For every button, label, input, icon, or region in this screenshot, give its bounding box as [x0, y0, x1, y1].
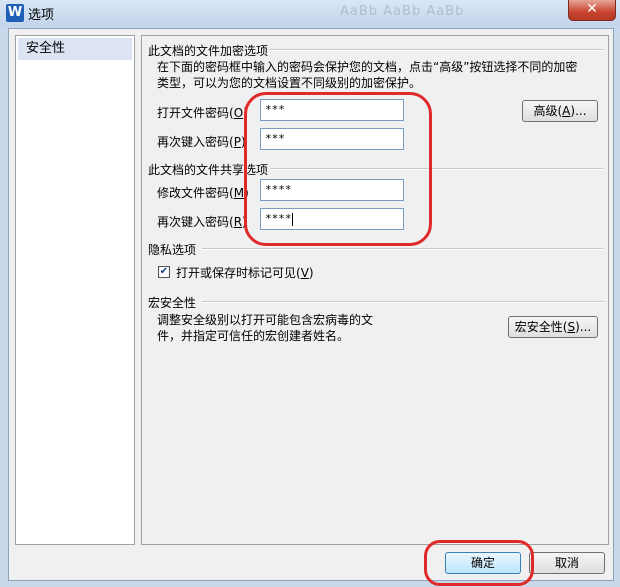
label-text: 修改文件密码: [157, 186, 230, 200]
open-password-input[interactable]: ***: [260, 99, 404, 121]
mark-visible-checkbox[interactable]: ✔: [158, 266, 170, 278]
close-icon: ✕: [586, 1, 598, 17]
close-button[interactable]: ✕: [568, 0, 616, 21]
description-line: 类型，可以为您的文档设置不同级别的加密保护。: [157, 76, 422, 90]
description-line: 在下面的密码框中输入的密码会保护您的文档，点击“高级”按钮选择不同的加密: [157, 60, 578, 74]
dialog-client-area: 安全性 此文档的文件加密选项 在下面的密码框中输入的密码会保护您的文档，点击“高…: [8, 28, 614, 581]
description-line: 调整安全级别以打开可能包含宏病毒的文: [157, 313, 374, 327]
access-key: A: [562, 104, 571, 118]
access-key: R: [233, 215, 243, 229]
advanced-button[interactable]: 高级(A)...: [522, 100, 598, 122]
title-bar: W 选项 AaBb AaBb AaBb ✕: [0, 0, 620, 26]
encryption-description: 在下面的密码框中输入的密码会保护您的文档，点击“高级”按钮选择不同的加密 类型，…: [157, 59, 577, 91]
wps-writer-icon: W: [6, 4, 24, 22]
button-label: 取消: [554, 556, 579, 570]
button-label: 确定: [470, 556, 495, 570]
sidebar-item-label: 安全性: [26, 41, 66, 56]
confirm-open-password-input[interactable]: ***: [260, 128, 404, 150]
label-text: 再次键入密码: [157, 215, 230, 229]
macro-security-button[interactable]: 宏安全性(S)...: [508, 316, 598, 338]
macro-section-title: 宏安全性: [148, 296, 197, 310]
ok-button[interactable]: 确定: [445, 552, 521, 574]
label-text: 再次键入密码: [157, 135, 230, 149]
password-mask: ****: [265, 212, 292, 225]
access-key: O: [233, 106, 244, 120]
access-key: S: [567, 320, 576, 334]
security-panel: 此文档的文件加密选项 在下面的密码框中输入的密码会保护您的文档，点击“高级”按钮…: [141, 35, 609, 545]
sharing-section-title: 此文档的文件共享选项: [148, 163, 269, 177]
mark-visible-label[interactable]: 打开或保存时标记可见(V): [176, 264, 314, 281]
category-sidebar: 安全性: [15, 35, 135, 545]
password-mask: ***: [265, 132, 285, 145]
background-window-ghost: AaBb AaBb AaBb: [340, 4, 465, 19]
password-mask: ****: [265, 183, 292, 196]
label-text: 打开文件密码: [157, 106, 230, 120]
label-text: 打开或保存时标记可见: [176, 266, 297, 280]
privacy-section-title: 隐私选项: [148, 243, 197, 257]
password-mask: ***: [265, 103, 285, 116]
button-label: 高级: [533, 104, 558, 118]
modify-password-label: 修改文件密码(M): [157, 186, 249, 200]
access-key: M: [233, 186, 245, 200]
button-label: 宏安全性: [514, 320, 563, 334]
text-caret: [291, 212, 293, 226]
open-password-label: 打开文件密码(O): [157, 106, 248, 120]
confirm-modify-password-input[interactable]: ****: [260, 208, 404, 230]
section-divider: [270, 168, 604, 170]
section-divider: [270, 49, 604, 51]
macro-description: 调整安全级别以打开可能包含宏病毒的文 件，并指定可信任的宏创建者姓名。: [157, 312, 373, 344]
sidebar-item-security[interactable]: 安全性: [18, 38, 132, 60]
section-divider: [202, 301, 604, 303]
access-key: P: [233, 135, 241, 149]
access-key: V: [300, 266, 309, 280]
modify-password-input[interactable]: ****: [260, 179, 404, 201]
cancel-button[interactable]: 取消: [529, 552, 605, 574]
confirm-open-password-label: 再次键入密码(P): [157, 135, 246, 149]
section-divider: [202, 248, 604, 250]
confirm-modify-password-label: 再次键入密码(R): [157, 215, 247, 229]
description-line: 件，并指定可信任的宏创建者姓名。: [157, 329, 350, 343]
window-title: 选项: [28, 8, 55, 23]
encryption-section-title: 此文档的文件加密选项: [148, 44, 269, 58]
